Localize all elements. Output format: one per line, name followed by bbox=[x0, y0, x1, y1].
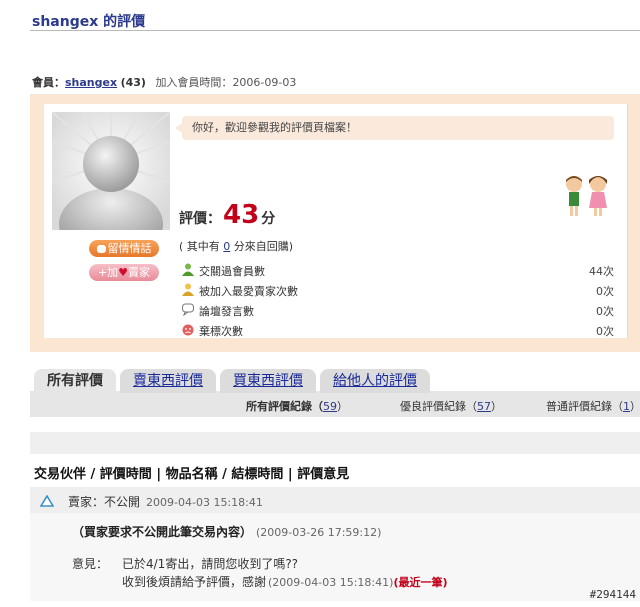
sad-face-icon bbox=[182, 324, 194, 336]
member-count: (43) bbox=[120, 76, 146, 89]
join-date-text: 加入會員時間：2006-09-03 bbox=[155, 76, 297, 89]
member-label: 會員： bbox=[32, 76, 65, 89]
stat-row-traded-members: 交關過會員數 44次 bbox=[182, 262, 614, 278]
table-row: 賣家：不公開 2009-04-03 15:18:41 bbox=[30, 487, 640, 513]
page-title: shangex 的評價 bbox=[32, 14, 146, 30]
latest-badge: (最近一筆) bbox=[393, 576, 448, 589]
stat-row-forum-posts: 論壇發言數 0次 bbox=[182, 302, 614, 318]
speech-bubble-icon bbox=[182, 303, 194, 316]
tab-all-ratings[interactable]: 所有評價 bbox=[34, 369, 116, 393]
repurchase-score-note: ( 其中有 0 分來自回購) bbox=[179, 240, 294, 253]
rating-tabs: 所有評價 賣東西評價 買東西評價 給他人的評價 所有評價紀錄（59） 優良評價紀… bbox=[30, 367, 640, 417]
comment-line-1: 已於4/1寄出，請問您收到了嗎?? bbox=[122, 557, 299, 571]
neutral-triangle-icon bbox=[40, 495, 54, 507]
score-label: 評價： bbox=[179, 211, 221, 227]
watermark: #294144 bbox=[589, 588, 636, 601]
score-unit: 分 bbox=[261, 211, 276, 227]
score-display: 評價：43 分 bbox=[179, 200, 275, 230]
spacer-bar bbox=[30, 432, 640, 454]
summary-all-link[interactable]: 59 bbox=[323, 400, 337, 413]
score-value: 43 bbox=[223, 200, 260, 230]
tab-given-ratings[interactable]: 給他人的評價 bbox=[320, 369, 430, 393]
summary-normal: 普通評價紀錄（1） bbox=[546, 400, 640, 413]
summary-all: 所有評價紀錄（59） bbox=[246, 400, 348, 413]
member-line: 會員：shangex (43) 加入會員時間：2006-09-03 bbox=[32, 74, 296, 90]
user-yellow-icon bbox=[182, 283, 194, 296]
title-divider bbox=[30, 30, 640, 31]
item-title: （買家要求不公開此筆交易內容） (2009-03-26 17:59:12) bbox=[72, 525, 382, 539]
greeting-bubble: 你好，歡迎參觀我的評價頁檔案！ bbox=[175, 116, 614, 140]
summary-good: 優良評價紀錄（57） bbox=[400, 400, 502, 413]
leave-message-button[interactable]: 留情情話 bbox=[89, 240, 159, 257]
heart-icon: ♥ bbox=[118, 266, 129, 279]
avatar bbox=[52, 112, 170, 230]
comment-label: 意見： bbox=[72, 557, 109, 571]
rater-info: 賣家：不公開 2009-04-03 15:18:41 bbox=[68, 495, 263, 509]
message-icon bbox=[96, 245, 106, 253]
kids-couple-icon bbox=[566, 176, 607, 216]
stat-row-favorited: 被加入最愛賣家次數 0次 bbox=[182, 282, 614, 298]
add-favorite-seller-button[interactable]: +加♥賣家 bbox=[89, 264, 159, 281]
member-username-link[interactable]: shangex bbox=[65, 76, 117, 89]
comment-line-2: 收到後煩請給予評價，感謝 (2009-04-03 15:18:41)(最近一筆) bbox=[122, 575, 448, 589]
stat-row-abandoned-bids: 棄標次數 0次 bbox=[182, 322, 614, 338]
profile-card-edge bbox=[627, 104, 628, 338]
tab-seller-ratings[interactable]: 賣東西評價 bbox=[120, 369, 216, 393]
profile-card: 留情情話 +加♥賣家 你好，歡迎參觀我的評價頁檔案！ 評價：43 分 ( 其中有 … bbox=[44, 104, 628, 338]
summary-normal-link[interactable]: 1 bbox=[623, 400, 630, 413]
user-green-icon bbox=[182, 263, 194, 276]
profile-panel: 留情情話 +加♥賣家 你好，歡迎參觀我的評價頁檔案！ 評價：43 分 ( 其中有 … bbox=[30, 94, 640, 352]
entry-body: （買家要求不公開此筆交易內容） (2009-03-26 17:59:12) 意見：… bbox=[30, 513, 640, 601]
summary-good-link[interactable]: 57 bbox=[477, 400, 491, 413]
tab-buyer-ratings[interactable]: 買東西評價 bbox=[220, 369, 316, 393]
list-header: 交易伙伴 / 評價時間 | 物品名稱 / 結標時間 | 評價意見 bbox=[34, 467, 350, 482]
